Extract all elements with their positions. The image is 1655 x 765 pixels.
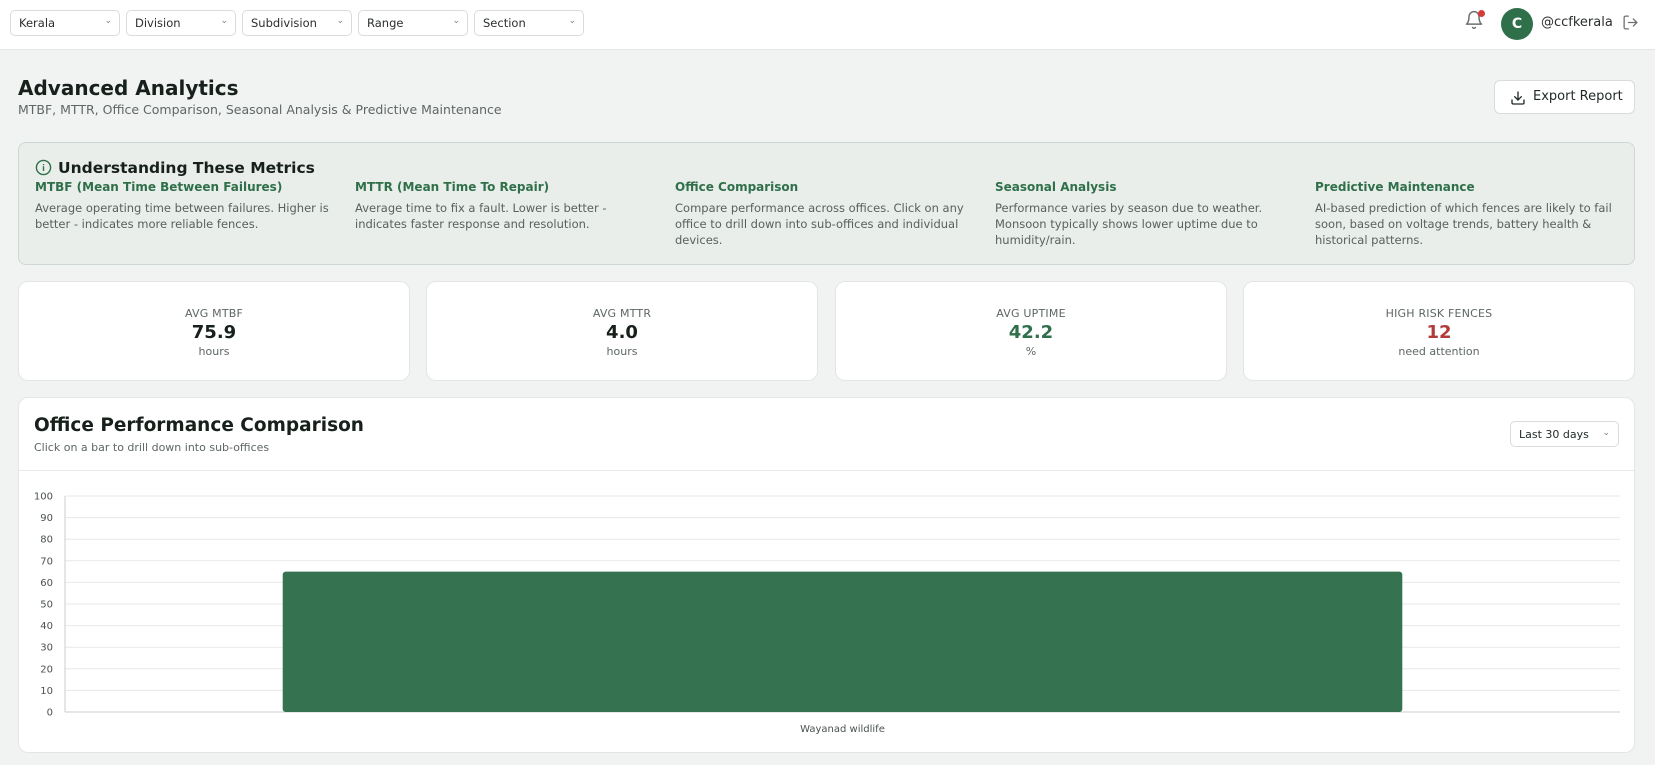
- x-tick-label: Wayanad wildlife: [800, 724, 885, 735]
- stat-value: 75.9: [191, 322, 237, 343]
- stat-label: HIGH RISK FENCES: [1385, 307, 1493, 320]
- y-tick-label: 10: [40, 686, 53, 697]
- metric-definition-seasonal-analysis: Seasonal Analysis Performance varies by …: [995, 180, 1295, 248]
- stat-card-avg-uptime: AVG UPTIME 42.2 %: [835, 281, 1227, 381]
- stat-value: 42.2: [1008, 322, 1054, 343]
- download-icon: [1511, 91, 1525, 105]
- export-report-label: Export Report: [1533, 89, 1623, 104]
- stat-card-high-risk-fences: HIGH RISK FENCES 12 need attention: [1243, 281, 1635, 381]
- avatar[interactable]: C: [1501, 8, 1533, 40]
- chevron-down-icon: ⌄: [220, 16, 228, 26]
- metric-definition-title: Office Comparison: [675, 180, 799, 194]
- metric-definition-text: AI-based prediction of which fences are …: [1315, 201, 1612, 247]
- metric-definition-predictive-maintenance: Predictive Maintenance AI-based predicti…: [1315, 180, 1615, 248]
- y-tick-label: 0: [47, 708, 53, 719]
- state-filter[interactable]: Kerala ⌄: [10, 10, 120, 36]
- metric-definition-text: Performance varies by season due to weat…: [995, 201, 1263, 247]
- office-performance-panel: Office Performance Comparison Click on a…: [18, 397, 1635, 753]
- metric-definition-title: Predictive Maintenance: [1315, 180, 1475, 194]
- section-filter[interactable]: Section ⌄: [474, 10, 584, 36]
- bar[interactable]: [282, 571, 1403, 712]
- office-performance-chart: 0 10 20 30 40 50 60 70 80 90 100 Wayanad wildlife: [34, 492, 1620, 735]
- metric-definition-mttr: MTTR (Mean Time To Repair) Average time …: [355, 180, 655, 232]
- subdivision-filter[interactable]: Subdivision ⌄: [242, 10, 352, 36]
- y-tick-label: 40: [40, 621, 53, 632]
- metric-definition-text: Average operating time between failures.…: [35, 201, 329, 231]
- metric-definition-text: Average time to fix a fault. Lower is be…: [355, 201, 607, 231]
- stat-unit: hours: [198, 345, 230, 358]
- chevron-down-icon: ⌄: [336, 16, 344, 26]
- range-filter[interactable]: Range ⌄: [358, 10, 468, 36]
- stat-card-avg-mttr: AVG MTTR 4.0 hours: [426, 281, 818, 381]
- username: @ccfkerala: [1541, 15, 1613, 30]
- subdivision-filter-value: Subdivision: [251, 16, 317, 30]
- stat-unit: hours: [606, 345, 638, 358]
- top-bar: Kerala ⌄ Division ⌄ Subdivision ⌄ Range …: [0, 0, 1655, 50]
- division-filter-value: Division: [135, 16, 181, 30]
- notification-badge: [1478, 10, 1485, 17]
- stat-value: 12: [1426, 322, 1452, 343]
- chevron-down-icon: ⌄: [452, 16, 460, 26]
- division-filter[interactable]: Division ⌄: [126, 10, 236, 36]
- metrics-info-panel: Understanding These Metrics MTBF (Mean T…: [18, 142, 1635, 265]
- metric-definition-title: Seasonal Analysis: [995, 180, 1117, 194]
- notifications-button[interactable]: [1464, 9, 1486, 33]
- range-filter-value: Range: [367, 16, 404, 30]
- stat-value: 4.0: [606, 322, 638, 343]
- y-tick-label: 30: [40, 643, 53, 654]
- y-tick-label: 90: [40, 513, 53, 524]
- stat-label: AVG UPTIME: [996, 307, 1066, 320]
- y-tick-label: 80: [40, 535, 53, 546]
- logout-button[interactable]: [1622, 14, 1640, 32]
- stat-unit: need attention: [1398, 345, 1480, 358]
- export-report-button[interactable]: Export Report: [1494, 80, 1635, 114]
- chevron-down-icon: ⌄: [568, 16, 576, 26]
- y-tick-label: 20: [40, 664, 53, 675]
- y-tick-label: 50: [40, 600, 53, 611]
- stat-unit: %: [1025, 345, 1037, 358]
- metric-definition-title: MTBF (Mean Time Between Failures): [35, 180, 283, 194]
- stat-card-avg-mtbf: AVG MTBF 75.9 hours: [18, 281, 410, 381]
- section-filter-value: Section: [483, 16, 526, 30]
- metric-definition-office-comparison: Office Comparison Compare performance ac…: [675, 180, 975, 248]
- page-title: Advanced Analytics: [18, 76, 239, 100]
- logout-icon: [1623, 15, 1638, 30]
- stat-label: AVG MTTR: [592, 307, 652, 320]
- state-filter-value: Kerala: [19, 16, 56, 30]
- y-tick-label: 70: [40, 556, 53, 567]
- chevron-down-icon: ⌄: [104, 16, 112, 26]
- stat-label: AVG MTBF: [184, 307, 244, 320]
- info-heading-text: Understanding These Metrics: [58, 159, 315, 177]
- metric-definition-text: Compare performance across offices. Clic…: [675, 201, 964, 247]
- metric-definition-mtbf: MTBF (Mean Time Between Failures) Averag…: [35, 180, 335, 232]
- page-subtitle: MTBF, MTTR, Office Comparison, Seasonal …: [18, 102, 502, 117]
- info-heading: Understanding These Metrics: [35, 159, 315, 177]
- y-tick-label: 60: [40, 578, 53, 589]
- metric-definition-title: MTTR (Mean Time To Repair): [355, 180, 550, 194]
- y-tick-label: 100: [34, 492, 53, 503]
- info-icon: [35, 159, 52, 176]
